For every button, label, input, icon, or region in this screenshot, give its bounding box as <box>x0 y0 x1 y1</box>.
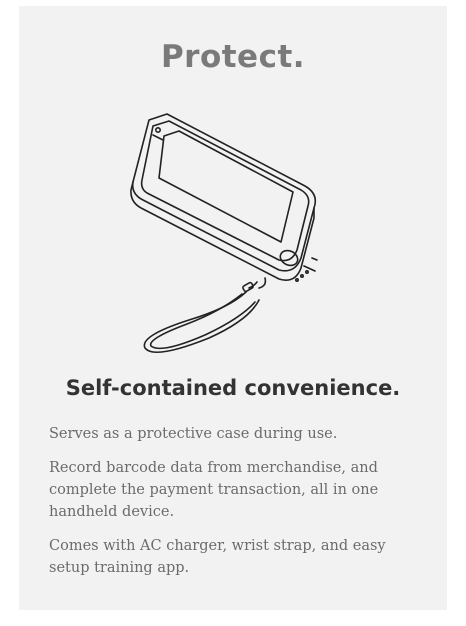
card-description: Serves as a protective case during use. … <box>49 423 429 591</box>
card-subtitle: Self-contained convenience. <box>65 376 401 400</box>
description-paragraph: Serves as a protective case during use. <box>49 426 338 442</box>
card-title: Protect. <box>160 39 306 75</box>
phone-case-with-wrist-strap-icon <box>130 113 318 354</box>
description-paragraph: Comes with AC charger, wrist strap, and … <box>49 538 386 576</box>
feature-card: Protect. Self-contained convenience. Ser… <box>19 6 447 610</box>
description-paragraph: Record barcode data from merchandise, an… <box>49 460 379 520</box>
